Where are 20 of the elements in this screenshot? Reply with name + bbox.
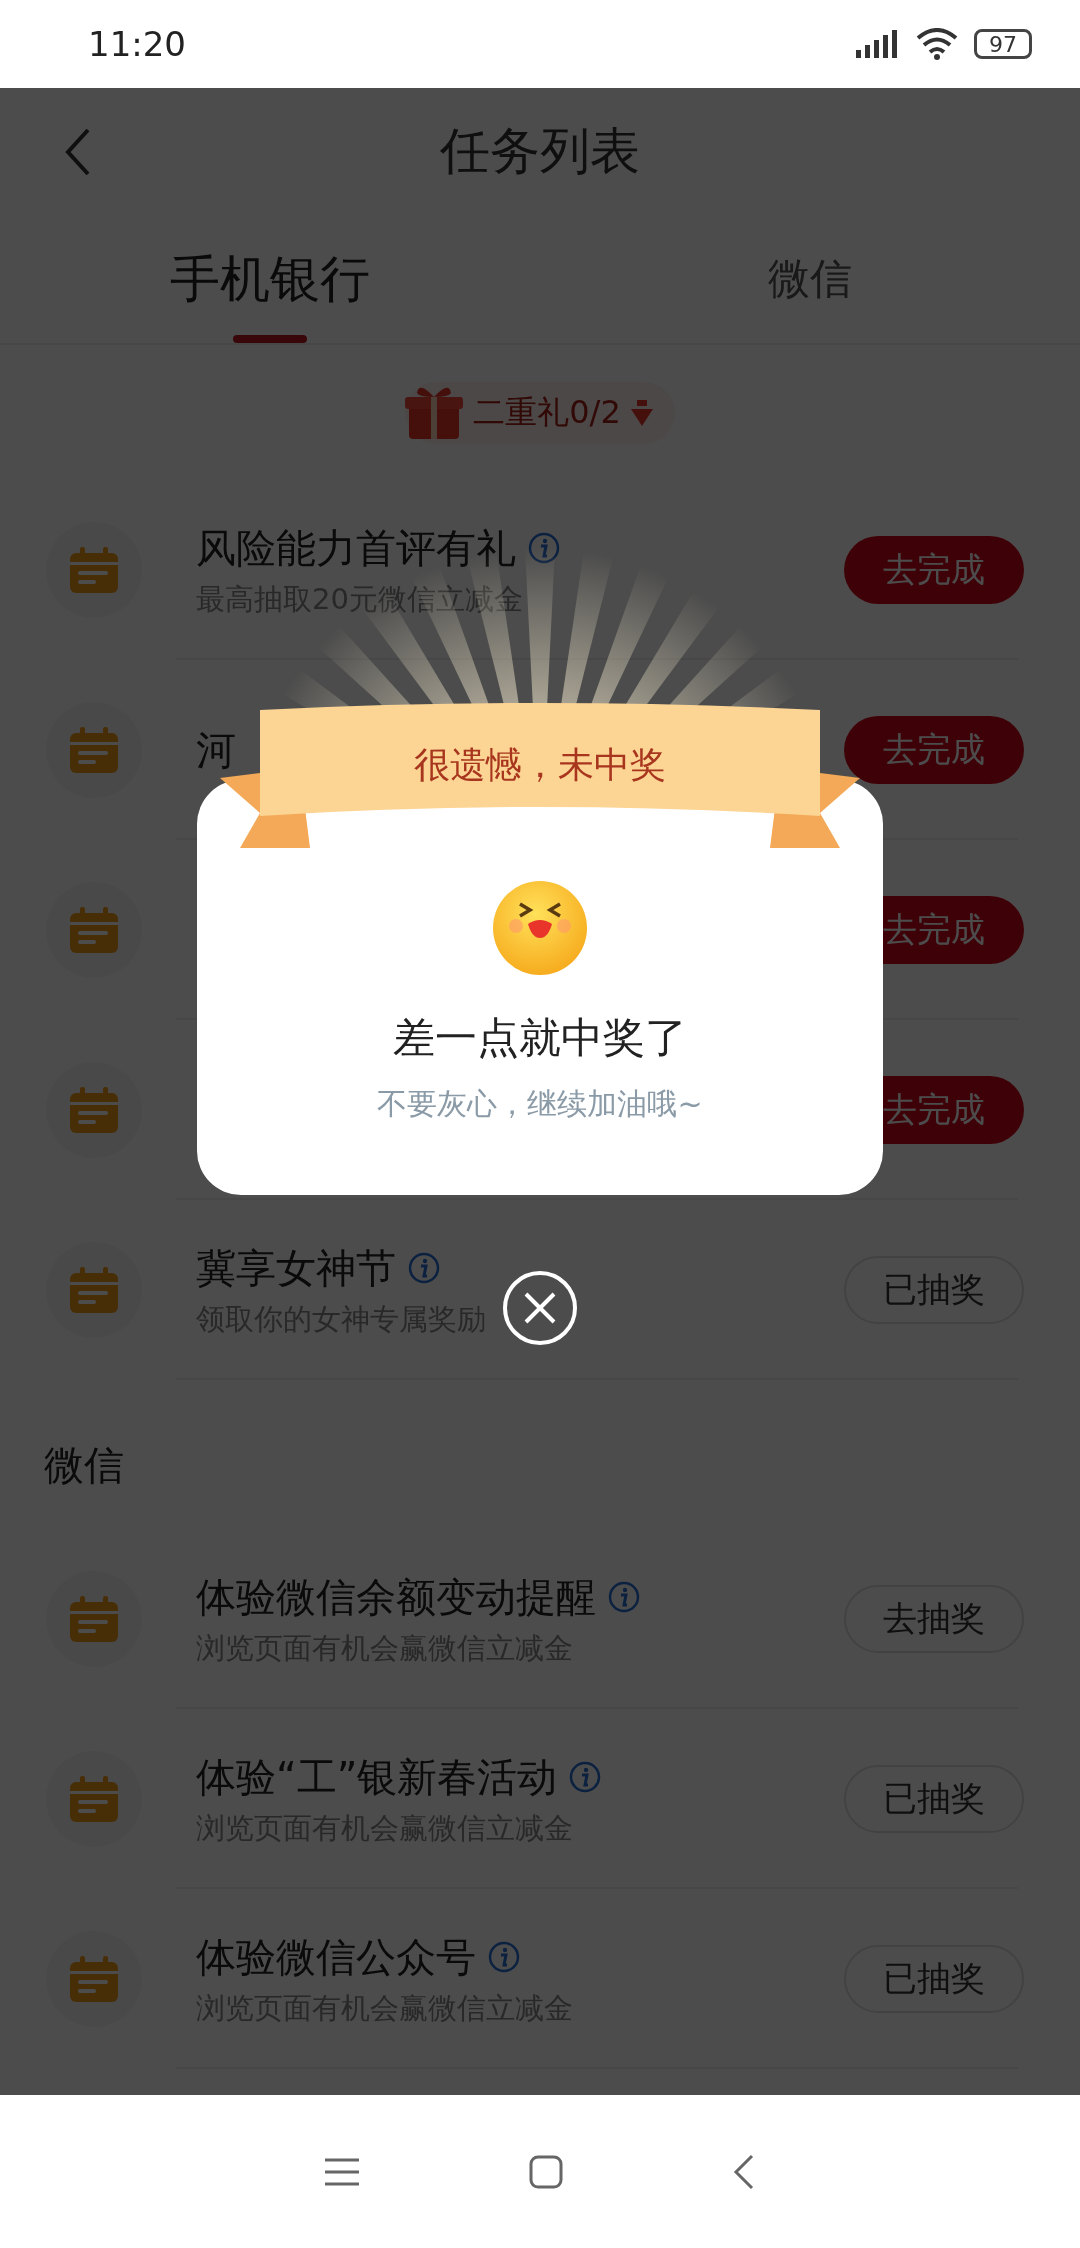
section-heading: 微信 <box>44 1441 124 1490</box>
task-title: 体验微信余额变动提醒 <box>196 1572 596 1622</box>
task-title: 冀享女神节 <box>196 1243 396 1293</box>
battery-indicator: 97 <box>974 29 1032 59</box>
status-time: 11:20 <box>88 24 186 64</box>
dialog-message: 不要灰心，继续加油哦~ <box>377 1085 703 1123</box>
menu-icon[interactable] <box>325 2156 359 2187</box>
task-title: 风险能力首评有礼 <box>196 523 516 573</box>
task-title: 河 <box>196 725 236 775</box>
task-title: 体验微信公众号 <box>196 1932 476 1982</box>
close-button[interactable] <box>503 1271 577 1345</box>
dialog-title: 差一点就中奖了 <box>393 1012 687 1064</box>
face-icon <box>492 880 588 976</box>
banner-text: 很遗憾，未中奖 <box>414 742 666 787</box>
home-icon[interactable] <box>529 2154 563 2189</box>
back-icon[interactable] <box>733 2153 755 2190</box>
page-title: 任务列表 <box>440 121 640 182</box>
task-title: 体验“工”银新春活动 <box>196 1752 558 1802</box>
wifi-icon <box>916 28 958 60</box>
signal-icon <box>856 30 900 58</box>
